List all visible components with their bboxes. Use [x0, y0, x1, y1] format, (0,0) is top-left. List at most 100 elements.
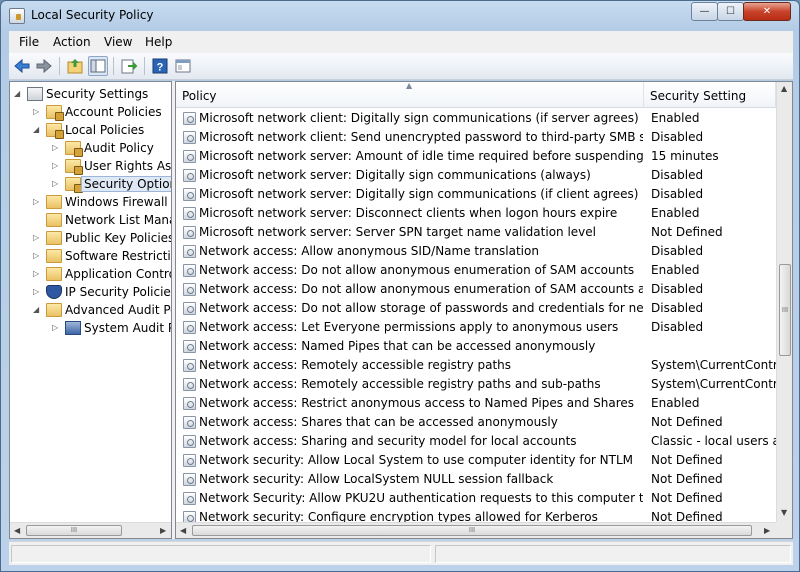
status-cell [435, 545, 791, 563]
policy-setting: Not Defined [651, 472, 723, 486]
tree-expander-icon[interactable]: ◢ [14, 88, 23, 100]
vertical-scrollbar[interactable]: ▲ III ▼ [776, 82, 792, 522]
policy-setting: Enabled [651, 263, 700, 277]
policy-setting: Not Defined [651, 453, 723, 467]
back-icon[interactable] [12, 56, 32, 76]
menu-help[interactable]: Help [145, 35, 172, 49]
main-body: ◢ Security Settings ▷ Account Policies ◢ Loca… [9, 81, 793, 539]
column-security-setting[interactable]: Security Setting [644, 82, 776, 108]
menu-action[interactable]: Action [53, 35, 91, 49]
help-icon[interactable]: ? [150, 56, 170, 76]
policy-row[interactable]: Network security: Allow Local System to … [176, 451, 776, 470]
policy-row[interactable]: Microsoft network client: Digitally sign… [176, 109, 776, 128]
root-icon [27, 87, 43, 101]
tree-item-label: IP Security Policies on Local Computer [65, 285, 171, 299]
policy-name: Network access: Shares that can be acces… [199, 415, 558, 429]
policy-row[interactable]: Network access: Sharing and security mod… [176, 432, 776, 451]
policy-row[interactable]: Network access: Do not allow anonymous e… [176, 280, 776, 299]
export-list-icon[interactable] [119, 56, 139, 76]
policy-list[interactable]: Policy ▲ Security Setting Microsoft netw… [175, 81, 793, 539]
tree-item-label: Application Control Policies [65, 267, 171, 281]
policy-row[interactable]: Network security: Allow LocalSystem NULL… [176, 470, 776, 489]
scroll-down-arrow-icon[interactable]: ▼ [781, 508, 787, 517]
policy-setting: Disabled [651, 320, 704, 334]
column-policy[interactable]: Policy ▲ [176, 82, 644, 108]
policy-row[interactable]: Network access: Shares that can be acces… [176, 413, 776, 432]
policy-row[interactable]: Network access: Remotely accessible regi… [176, 356, 776, 375]
minimize-button[interactable]: — [691, 2, 718, 21]
tree-item-label: Software Restriction Policies [65, 249, 171, 263]
policy-row[interactable]: Network access: Remotely accessible regi… [176, 375, 776, 394]
menu-file[interactable]: File [19, 35, 39, 49]
tree-expander-icon[interactable]: ▷ [33, 232, 42, 244]
folder-icon [46, 195, 62, 209]
policy-setting: Enabled [651, 396, 700, 410]
policy-icon [183, 473, 196, 486]
tree-item-label: Network List Manager Policies [65, 213, 171, 227]
close-button[interactable]: ✕ [743, 2, 791, 21]
tree-expander-icon[interactable] [33, 214, 42, 226]
tree-expander-icon[interactable]: ◢ [33, 304, 42, 316]
policy-row[interactable]: Microsoft network client: Send unencrypt… [176, 128, 776, 147]
console-tree[interactable]: ◢ Security Settings ▷ Account Policies ◢ Loca… [9, 81, 172, 539]
tree-item-label: User Rights Assignment [84, 159, 172, 173]
policy-row[interactable]: Network access: Do not allow storage of … [176, 299, 776, 318]
tree-scroll-left-arrow-icon[interactable]: ◀ [14, 526, 20, 535]
tree-horizontal-scrollbar[interactable]: ◀ III ▶ [10, 522, 171, 538]
policy-name: Microsoft network server: Disconnect cli… [199, 206, 618, 220]
policy-setting: 15 minutes [651, 149, 719, 163]
list-horizontal-scroll-thumb[interactable]: III [192, 525, 752, 536]
tree-item-label: Security Options [80, 176, 171, 192]
policy-row[interactable]: Network access: Allow anonymous SID/Name… [176, 242, 776, 261]
policy-row[interactable]: Microsoft network server: Server SPN tar… [176, 223, 776, 242]
up-folder-icon[interactable] [65, 56, 85, 76]
tree-expander-icon[interactable]: ▷ [33, 106, 42, 118]
policy-row[interactable]: Network access: Named Pipes that can be … [176, 337, 776, 356]
policy-row[interactable]: Network access: Let Everyone permissions… [176, 318, 776, 337]
policy-icon [183, 264, 196, 277]
tree-expander-icon[interactable]: ▷ [33, 286, 42, 298]
policy-icon [183, 169, 196, 182]
tree-expander-icon[interactable]: ▷ [52, 142, 61, 154]
folder-icon [46, 267, 62, 281]
folder-icon [46, 213, 62, 227]
policy-setting: Disabled [651, 130, 704, 144]
policy-row[interactable]: Network access: Do not allow anonymous e… [176, 261, 776, 280]
tree-expander-icon[interactable]: ▷ [52, 178, 61, 190]
tree-horizontal-scroll-thumb[interactable]: III [26, 525, 122, 536]
policy-setting: Not Defined [651, 415, 723, 429]
vertical-scroll-thumb[interactable]: III [779, 264, 791, 356]
folder-icon [46, 231, 62, 245]
tree-expander-icon[interactable]: ▷ [52, 322, 61, 334]
policy-row[interactable]: Network access: Restrict anonymous acces… [176, 394, 776, 413]
policy-icon [183, 302, 196, 315]
policy-row[interactable]: Microsoft network server: Amount of idle… [176, 147, 776, 166]
title-bar[interactable]: Local Security Policy — ☐ ✕ [1, 1, 799, 31]
scroll-up-arrow-icon[interactable]: ▲ [781, 84, 787, 93]
policy-icon [183, 150, 196, 163]
tree-scroll-right-arrow-icon[interactable]: ▶ [160, 526, 166, 535]
policy-icon [183, 359, 196, 372]
policy-name: Network access: Sharing and security mod… [199, 434, 577, 448]
policy-setting: Enabled [651, 111, 700, 125]
list-horizontal-scrollbar[interactable]: ◀ III ▶ [176, 522, 776, 538]
scroll-left-arrow-icon[interactable]: ◀ [180, 526, 186, 535]
tree-expander-icon[interactable]: ◢ [33, 124, 42, 136]
policy-icon [183, 397, 196, 410]
tree-expander-icon[interactable]: ▷ [33, 196, 42, 208]
tree-expander-icon[interactable]: ▷ [33, 250, 42, 262]
policy-row[interactable]: Microsoft network server: Disconnect cli… [176, 204, 776, 223]
maximize-button[interactable]: ☐ [717, 2, 744, 21]
tree-expander-icon[interactable]: ▷ [33, 268, 42, 280]
menu-view[interactable]: View [104, 35, 132, 49]
policy-row[interactable]: Network Security: Allow PKU2U authentica… [176, 489, 776, 508]
properties-icon[interactable] [173, 56, 193, 76]
policy-row[interactable]: Microsoft network server: Digitally sign… [176, 166, 776, 185]
forward-icon[interactable] [34, 56, 54, 76]
scroll-right-arrow-icon[interactable]: ▶ [764, 526, 770, 535]
show-hide-tree-icon[interactable] [88, 56, 108, 76]
tree-expander-icon[interactable]: ▷ [52, 160, 61, 172]
policy-name: Network access: Do not allow anonymous e… [199, 282, 643, 296]
policy-row[interactable]: Microsoft network server: Digitally sign… [176, 185, 776, 204]
app-window: Local Security Policy — ☐ ✕ File Action … [0, 0, 800, 572]
